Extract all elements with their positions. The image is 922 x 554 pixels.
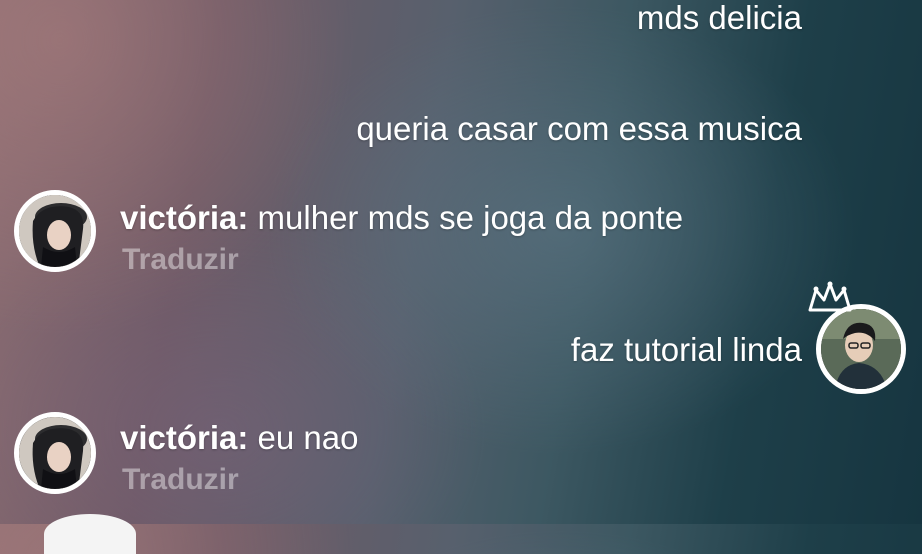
- message-text-5: eu nao: [257, 419, 359, 456]
- message-text-1: mds delicia: [636, 0, 802, 36]
- message-row-3: victória: mulher mds se joga da ponte: [120, 198, 683, 238]
- message-row-5: victória: eu nao: [120, 418, 358, 458]
- avatar-partial[interactable]: [44, 514, 136, 554]
- message-text-4: faz tutorial linda: [570, 331, 802, 368]
- translate-link-2[interactable]: Traduzir: [122, 462, 239, 498]
- avatar-photo-icon: [19, 417, 91, 489]
- avatar-host[interactable]: [816, 304, 906, 394]
- avatar-victoria-1[interactable]: [14, 190, 96, 272]
- chat-area: mds delicia queria casar com essa musica…: [0, 0, 922, 554]
- message-text-2: queria casar com essa musica: [356, 110, 802, 147]
- avatar-photo-icon: [19, 195, 91, 267]
- avatar-photo-icon: [821, 309, 901, 389]
- sender-name[interactable]: victória:: [120, 419, 248, 456]
- message-text-3: mulher mds se joga da ponte: [257, 199, 684, 236]
- sender-name[interactable]: victória:: [120, 199, 248, 236]
- crown-icon: [808, 281, 852, 312]
- avatar-victoria-2[interactable]: [14, 412, 96, 494]
- translate-link-1[interactable]: Traduzir: [122, 242, 239, 278]
